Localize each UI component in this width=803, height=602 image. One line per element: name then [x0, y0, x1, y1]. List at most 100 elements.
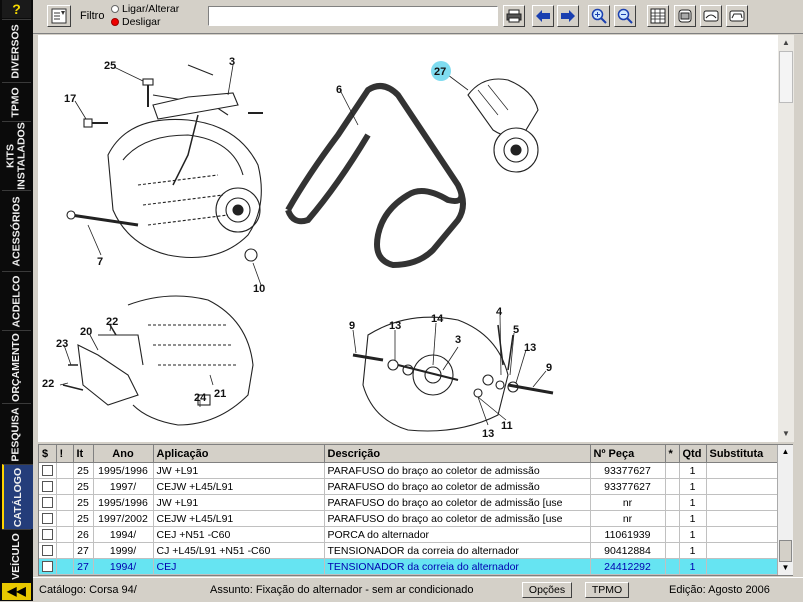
- radio-button[interactable]: [111, 5, 119, 13]
- tab-acdelco[interactable]: ACDELCO: [2, 271, 31, 330]
- row-checkbox-cell: [39, 542, 57, 559]
- cell-it: 26: [73, 526, 94, 543]
- scroll-up-icon[interactable]: ▲: [778, 35, 794, 51]
- row-checkbox-cell: [39, 494, 57, 511]
- col-aplicacao[interactable]: Aplicação: [153, 445, 325, 463]
- cell-descricao: PORCA do alternador: [324, 526, 591, 543]
- callout-6[interactable]: 6: [336, 84, 342, 96]
- callout-5[interactable]: 5: [513, 324, 519, 336]
- col-it[interactable]: It: [73, 445, 94, 463]
- cell-peca: nr: [590, 510, 666, 527]
- grid-scrollbar[interactable]: ▲ ▼: [777, 445, 793, 575]
- col-alert[interactable]: !: [56, 445, 74, 463]
- scroll-down-icon[interactable]: ▼: [778, 426, 794, 442]
- table-row[interactable]: 26 1994/CEJ +N51 -C60 PORCA do alternador 1…: [39, 526, 778, 543]
- tab-veiculo[interactable]: VEÍCULO: [2, 529, 31, 583]
- car-wagon-icon[interactable]: [726, 5, 748, 27]
- radio-button-selected[interactable]: [111, 18, 119, 26]
- table-row[interactable]: 25 1995/1996 JW +L91 PARAFUSO do braço ao c…: [39, 494, 778, 511]
- car-side-icon[interactable]: [700, 5, 722, 27]
- cell-qtd: 1: [679, 542, 707, 559]
- callout-21[interactable]: 21: [214, 388, 226, 400]
- zoom-out-icon[interactable]: [614, 5, 636, 27]
- callout-14[interactable]: 14: [431, 313, 444, 325]
- table-row[interactable]: 25 1997/2002 CEJW +L45/L91 PARAFUSO do braç…: [39, 510, 778, 527]
- help-button[interactable]: ?: [2, 0, 31, 18]
- row-checkbox[interactable]: [42, 545, 53, 557]
- radio-ligar[interactable]: Ligar/Alterar: [111, 3, 179, 15]
- callout-17[interactable]: 17: [64, 93, 76, 105]
- zoom-in-icon[interactable]: [588, 5, 610, 27]
- tab-catalogo[interactable]: CATÁLOGO: [2, 464, 33, 529]
- tab-diversos[interactable]: DIVERSOS: [2, 19, 31, 82]
- filter-input[interactable]: [208, 6, 498, 26]
- table-row[interactable]: 27 1999/CJ +L45/L91 +N51 -C60 TENSIONADOR …: [39, 542, 778, 559]
- callout-10[interactable]: 10: [253, 283, 265, 295]
- opcoes-button[interactable]: Opções: [522, 582, 572, 598]
- car-top-icon[interactable]: [674, 5, 696, 27]
- tpmo-button[interactable]: TPMO: [585, 582, 629, 598]
- grid-scroll-up-icon[interactable]: ▲: [778, 445, 793, 459]
- col-peca[interactable]: Nº Peça: [590, 445, 666, 463]
- print-icon[interactable]: [503, 5, 525, 27]
- callout-3b[interactable]: 3: [455, 334, 461, 346]
- row-checkbox[interactable]: [42, 513, 53, 525]
- cell-ano: 1997/: [93, 478, 154, 495]
- callout-22[interactable]: 22: [106, 316, 118, 328]
- arrow-left-icon[interactable]: [532, 5, 554, 27]
- back-button[interactable]: ◀◀: [2, 583, 31, 600]
- table-row[interactable]: 25 1995/1996 JW +L91 PARAFUSO do braço ao c…: [39, 462, 778, 479]
- scroll-thumb[interactable]: [779, 51, 793, 103]
- callout-13c[interactable]: 13: [482, 428, 494, 440]
- col-substituta[interactable]: Substituta: [706, 445, 778, 463]
- col-qtd[interactable]: Qtd: [679, 445, 707, 463]
- row-checkbox-cell: [39, 526, 57, 543]
- cell-ano: 1997/2002: [93, 510, 154, 527]
- col-star[interactable]: *: [665, 445, 680, 463]
- tab-kits-instalados[interactable]: KITS INSTALADOS: [2, 121, 31, 190]
- table-row[interactable]: 25 1997/CEJW +L45/L91 PARAFUSO do braço ao…: [39, 478, 778, 495]
- tab-tpmo[interactable]: TPMO: [2, 82, 31, 121]
- callout-22b[interactable]: 22: [42, 378, 54, 390]
- callout-27[interactable]: 27: [434, 66, 446, 78]
- callout-7[interactable]: 7: [97, 256, 103, 268]
- row-checkbox[interactable]: [42, 561, 53, 573]
- row-checkbox-cell: [39, 558, 57, 575]
- callout-4[interactable]: 4: [496, 306, 503, 318]
- table-row[interactable]: 27 1994/CEJ TENSIONADOR da correia do alte…: [39, 558, 778, 575]
- callout-11[interactable]: 11: [501, 420, 513, 432]
- tab-pesquisa[interactable]: PESQUISA: [2, 403, 31, 464]
- cell-qtd: 1: [679, 526, 707, 543]
- cell-descricao: PARAFUSO do braço ao coletor de admissão…: [324, 494, 591, 511]
- row-checkbox[interactable]: [42, 529, 53, 541]
- radio-desligar[interactable]: Desligar: [111, 16, 161, 28]
- filter-icon[interactable]: [47, 5, 71, 27]
- col-descricao[interactable]: Descrição: [324, 445, 591, 463]
- tensioner-drawing: [467, 78, 539, 173]
- col-dollar[interactable]: $: [39, 445, 57, 463]
- callout-13[interactable]: 13: [389, 320, 401, 332]
- row-checkbox[interactable]: [42, 465, 53, 477]
- row-checkbox[interactable]: [42, 497, 53, 509]
- grid-scroll-thumb[interactable]: [779, 540, 792, 562]
- cell-it: 27: [73, 558, 94, 575]
- callout-13b[interactable]: 13: [524, 342, 536, 354]
- cell-sub: [706, 510, 778, 527]
- diagram-scrollbar[interactable]: ▲ ▼: [778, 35, 794, 442]
- callout-25[interactable]: 25: [104, 60, 116, 72]
- callout-9[interactable]: 9: [349, 320, 355, 332]
- row-checkbox[interactable]: [42, 481, 53, 493]
- callout-9b[interactable]: 9: [546, 362, 552, 374]
- exploded-view-drawing: 25 3 17 6 27 7 10 22 20 23 22 21 24 9 13…: [42, 56, 554, 440]
- callout-3[interactable]: 3: [229, 56, 235, 68]
- tab-acessorios[interactable]: ACESSÓRIOS: [2, 190, 31, 271]
- callout-23[interactable]: 23: [56, 338, 68, 350]
- arrow-right-icon[interactable]: [557, 5, 579, 27]
- cell-ano: 1995/1996: [93, 462, 154, 479]
- tab-orcamento[interactable]: ORÇAMENTO: [2, 330, 31, 403]
- col-ano[interactable]: Ano: [93, 445, 154, 463]
- callout-24[interactable]: 24: [194, 392, 207, 404]
- grid-view-icon[interactable]: [647, 5, 669, 27]
- grid-scroll-down-icon[interactable]: ▼: [778, 561, 793, 575]
- callout-20[interactable]: 20: [80, 326, 92, 338]
